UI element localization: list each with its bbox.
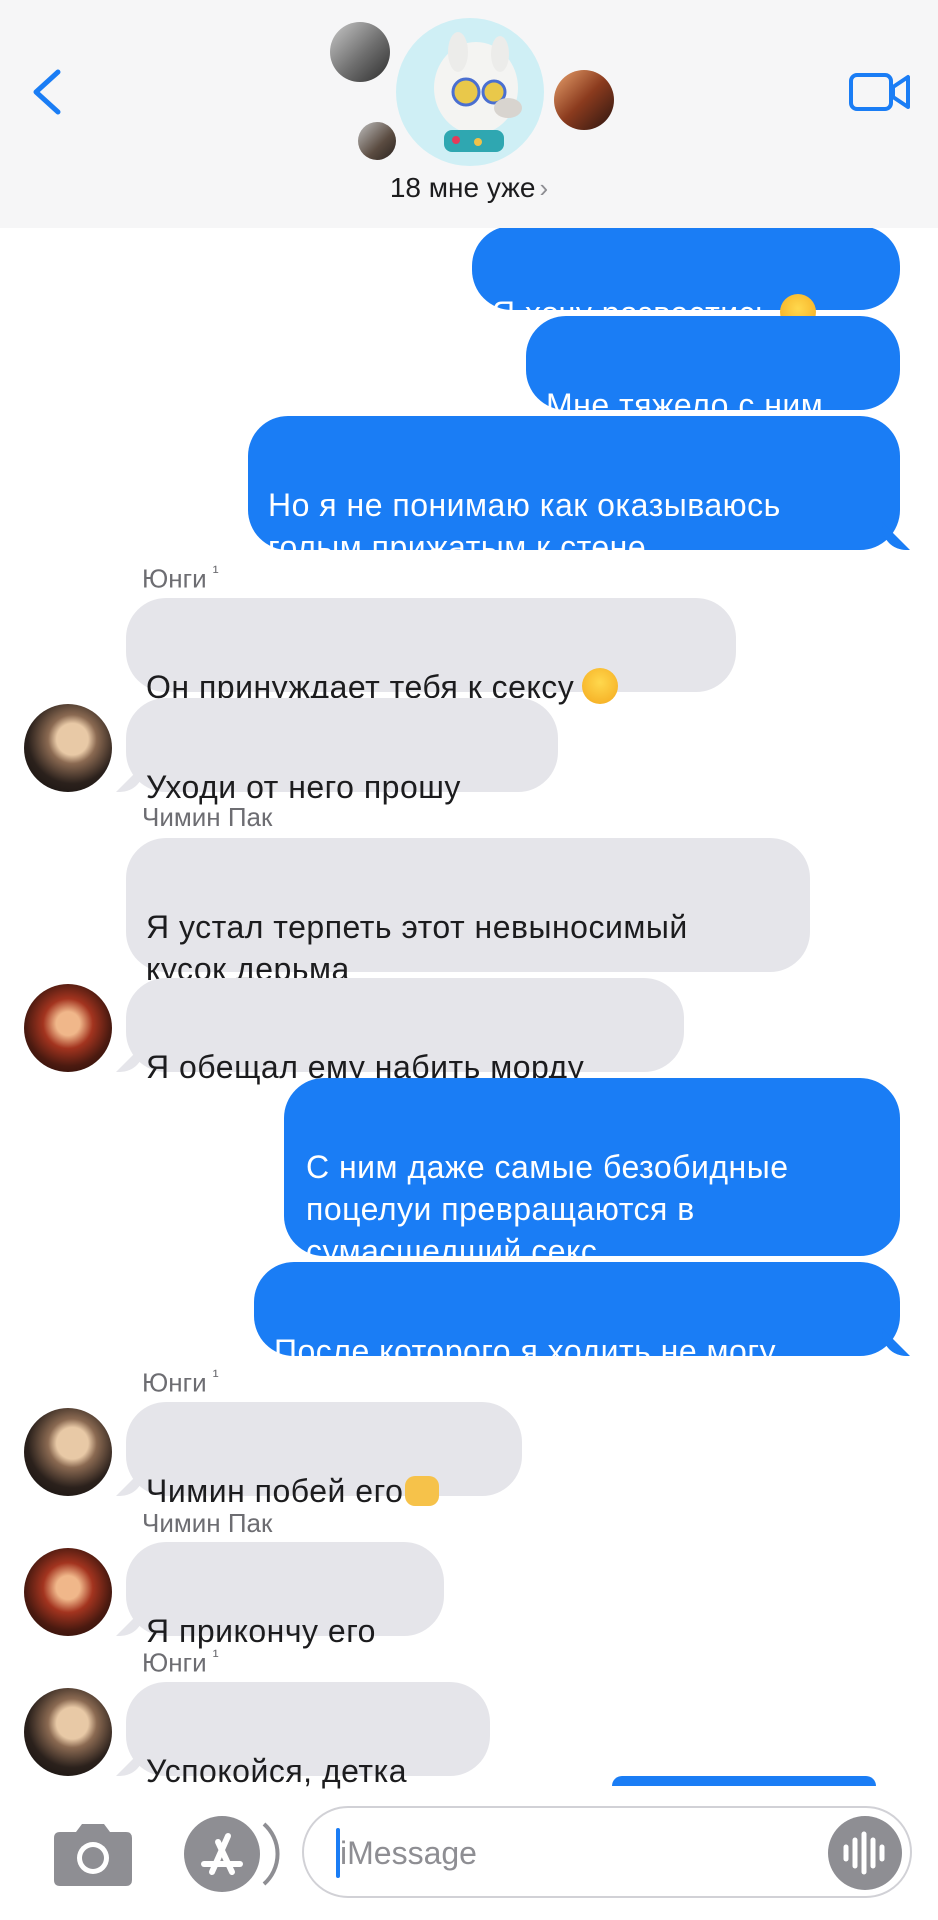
audio-waveform-icon — [843, 1831, 885, 1875]
llama-image — [434, 32, 522, 152]
member-avatar[interactable] — [330, 22, 390, 82]
group-avatar[interactable] — [396, 18, 544, 166]
message-text: Я устал терпеть этот невыносимый кусок д… — [146, 909, 688, 987]
message-bubble-outgoing[interactable]: Но я не понимаю как оказываюсь голым при… — [248, 416, 900, 565]
sender-avatar[interactable] — [24, 1548, 112, 1636]
message-bubble-outgoing[interactable]: С ним даже самые безобидные поцелуи прев… — [284, 1078, 900, 1269]
sender-name: Чимин Пак — [142, 1508, 272, 1539]
message-bubble-incoming[interactable]: Я прикончу его — [126, 1542, 444, 1649]
member-index-mark: ¹ — [212, 1646, 219, 1666]
camera-button[interactable] — [48, 1820, 138, 1890]
sender-name: Юнги ¹ — [142, 1646, 219, 1679]
message-bubble-incoming[interactable]: Уходи от него прошу — [126, 698, 558, 805]
sender-name-label: Чимин Пак — [142, 1508, 273, 1538]
sender-name-label: Юнги — [142, 1367, 207, 1398]
message-bubble-incoming[interactable]: Я устал терпеть этот невыносимый кусок д… — [126, 838, 810, 987]
sender-avatar[interactable] — [24, 704, 112, 792]
sender-name-label: Юнги — [142, 1647, 207, 1678]
message-text: Но я не понимаю как оказываюсь голым при… — [268, 487, 781, 565]
message-text: Чимин побей его — [146, 1473, 404, 1509]
chevron-left-icon — [33, 69, 61, 115]
chevron-right-icon: › — [539, 173, 549, 203]
member-avatar[interactable] — [554, 70, 614, 130]
message-input-field[interactable] — [302, 1806, 912, 1898]
member-avatar[interactable] — [358, 122, 396, 160]
sender-name: Юнги ¹ — [142, 1366, 219, 1399]
sender-name: Юнги ¹ — [142, 562, 219, 595]
message-bubble-incoming[interactable]: Он принуждает тебя к сексу — [126, 598, 736, 705]
message-bubble-outgoing[interactable]: Мне тяжело с ним — [526, 316, 900, 423]
app-store-icon — [184, 1816, 280, 1892]
message-bubble-outgoing[interactable]: После которого я ходить не могу — [254, 1262, 900, 1369]
conversation-header: 18 мне уже › — [0, 0, 938, 228]
app-store-button[interactable] — [182, 1814, 280, 1894]
member-index-mark: ¹ — [212, 1366, 219, 1386]
message-text: Успокойся, детка — [146, 1753, 408, 1789]
video-call-button[interactable] — [848, 70, 912, 114]
message-input[interactable] — [338, 1830, 802, 1876]
message-bubble-outgoing-partial — [612, 1776, 876, 1786]
message-bubble-incoming[interactable]: Я обещал ему набить морду — [126, 978, 684, 1085]
back-button[interactable] — [28, 64, 68, 120]
message-bubble-incoming[interactable]: Успокойся, детка — [126, 1682, 490, 1789]
message-text: После которого я ходить не могу — [274, 1333, 776, 1369]
sender-name: Чимин Пак — [142, 802, 272, 833]
group-name[interactable]: 18 мне уже › — [0, 172, 938, 204]
fist-emoji-icon — [405, 1476, 440, 1506]
message-bubble-incoming[interactable]: Чимин побей его — [126, 1402, 522, 1509]
sender-avatar[interactable] — [24, 1688, 112, 1776]
member-index-mark: ¹ — [212, 562, 219, 582]
group-name-label: 18 мне уже — [389, 172, 536, 203]
sender-avatar[interactable] — [24, 984, 112, 1072]
message-text: Я прикончу его — [146, 1613, 376, 1649]
message-bubble-outgoing[interactable]: Я хочу развестись — [472, 226, 900, 331]
sender-name-label: Чимин Пак — [142, 802, 273, 832]
sender-name-label: Юнги — [142, 563, 207, 594]
surprised-face-emoji-icon — [582, 668, 619, 704]
sender-avatar[interactable] — [24, 1408, 112, 1496]
video-camera-icon — [849, 73, 910, 111]
camera-icon — [54, 1824, 132, 1886]
message-text: С ним даже самые безобидные поцелуи прев… — [306, 1149, 789, 1269]
audio-message-button[interactable] — [828, 1816, 902, 1890]
message-text: Уходи от него прошу — [146, 769, 461, 805]
